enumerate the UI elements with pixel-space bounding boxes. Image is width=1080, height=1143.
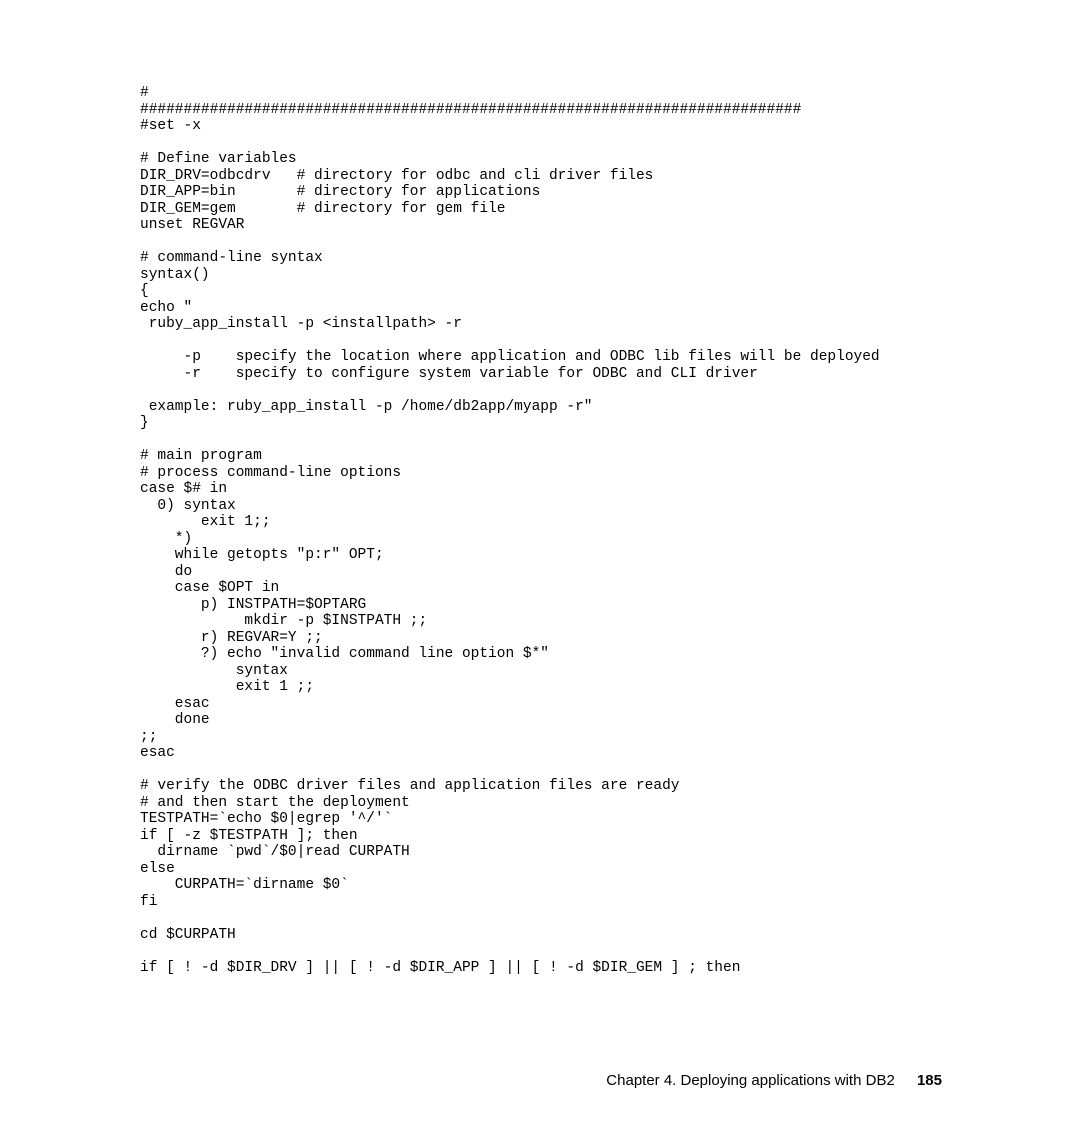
page-content: # ######################################… [140, 85, 950, 976]
page-number: 185 [917, 1072, 942, 1089]
page-footer: Chapter 4. Deploying applications with D… [606, 1072, 942, 1089]
code-block: # ######################################… [140, 85, 950, 976]
chapter-title: Chapter 4. Deploying applications with D… [606, 1072, 895, 1089]
